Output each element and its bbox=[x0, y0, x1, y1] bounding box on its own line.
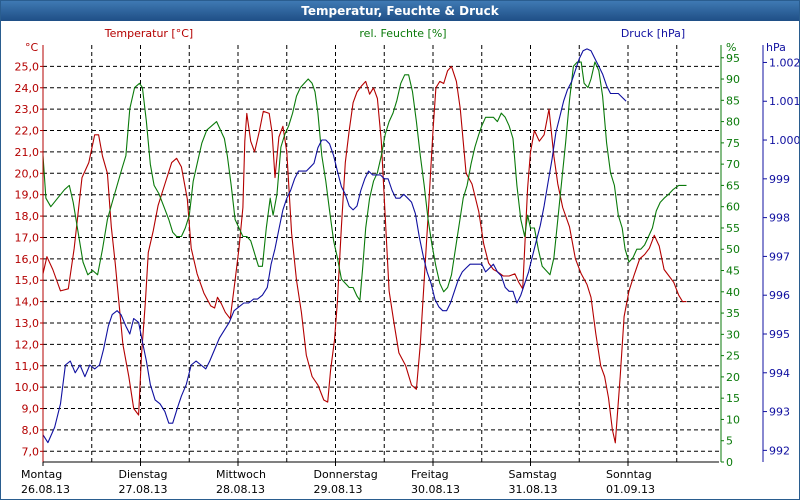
window-title: Temperatur, Feuchte & Druck bbox=[1, 1, 799, 21]
pressure-tick-label: 992 bbox=[769, 444, 790, 457]
x-tick-day-label: Samstag bbox=[509, 468, 557, 481]
temperature-tick-label: 16,0 bbox=[15, 253, 40, 266]
humidity-tick-label: 80 bbox=[726, 116, 740, 129]
humidity-tick-label: 85 bbox=[726, 94, 740, 107]
temperature-tick-label: 9,0 bbox=[22, 403, 40, 416]
humidity-series-label: rel. Feuchte [%] bbox=[359, 27, 446, 40]
temperature-tick-label: 11,0 bbox=[15, 360, 40, 373]
x-tick-date-label: 26.08.13 bbox=[21, 483, 70, 496]
x-tick-date-label: 28.08.13 bbox=[216, 483, 265, 496]
x-tick-date-label: 31.08.13 bbox=[509, 483, 558, 496]
humidity-tick-label: 50 bbox=[726, 243, 740, 256]
x-tick-day-label: Freitag bbox=[411, 468, 449, 481]
temperature-tick-label: 10,0 bbox=[15, 381, 40, 394]
pressure-tick-label: 995 bbox=[769, 328, 790, 341]
humidity-tick-label: 30 bbox=[726, 328, 740, 341]
humidity-tick-label: 75 bbox=[726, 137, 740, 150]
temperature-tick-label: 24,0 bbox=[15, 82, 40, 95]
humidity-tick-label: 5 bbox=[726, 435, 733, 448]
x-tick-date-label: 29.08.13 bbox=[314, 483, 363, 496]
pressure-tick-label: 994 bbox=[769, 367, 790, 380]
humidity-tick-label: 40 bbox=[726, 286, 740, 299]
temperature-tick-label: 17,0 bbox=[15, 231, 40, 244]
humidity-tick-label: 20 bbox=[726, 371, 740, 384]
pressure-tick-label: 999 bbox=[769, 173, 790, 186]
x-tick-date-label: 27.08.13 bbox=[119, 483, 168, 496]
temperature-tick-label: 20,0 bbox=[15, 167, 40, 180]
temperature-tick-label: 13,0 bbox=[15, 317, 40, 330]
temperature-tick-label: 7,0 bbox=[22, 445, 40, 458]
humidity-tick-label: 0 bbox=[726, 456, 733, 469]
humidity-tick-label: 10 bbox=[726, 413, 740, 426]
x-tick-day-label: Dienstag bbox=[119, 468, 168, 481]
x-tick-day-label: Mittwoch bbox=[216, 468, 266, 481]
pressure-unit-label: hPa bbox=[766, 41, 786, 54]
chart-canvas: 7,0 8,0 9,0 10,0 11,0 12,0 13,0 14,0 15,0 16,0 17,… bbox=[15, 27, 800, 496]
humidity-unit-label: % bbox=[726, 41, 736, 54]
temperature-tick-label: 8,0 bbox=[22, 424, 40, 437]
temperature-tick-label: 25,0 bbox=[15, 60, 40, 73]
pressure-tick-label: 1.002 bbox=[769, 56, 799, 69]
temperature-tick-label: 22,0 bbox=[15, 125, 40, 138]
humidity-series-line bbox=[42, 61, 687, 301]
temperature-tick-label: 23,0 bbox=[15, 103, 40, 116]
x-tick-date-label: 30.08.13 bbox=[411, 483, 460, 496]
temperature-tick-label: 14,0 bbox=[15, 296, 40, 309]
humidity-tick-label: 15 bbox=[726, 392, 740, 405]
humidity-tick-label: 60 bbox=[726, 201, 740, 214]
pressure-series-label: Druck [hPa] bbox=[621, 27, 685, 40]
humidity-tick-label: 25 bbox=[726, 350, 740, 363]
humidity-tick-label: 35 bbox=[726, 307, 740, 320]
pressure-tick-label: 1.000 bbox=[769, 134, 799, 147]
x-tick-day-label: Sonntag bbox=[606, 468, 652, 481]
temperature-tick-label: 19,0 bbox=[15, 189, 40, 202]
pressure-tick-label: 993 bbox=[769, 406, 790, 419]
pressure-tick-label: 1.001 bbox=[769, 95, 799, 108]
temperature-series-label: Temperatur [°C] bbox=[104, 27, 193, 40]
temperature-tick-label: 18,0 bbox=[15, 210, 40, 223]
x-tick-date-label: 01.09.13 bbox=[606, 483, 655, 496]
pressure-tick-label: 998 bbox=[769, 212, 790, 225]
temperature-tick-label: 15,0 bbox=[15, 274, 40, 287]
humidity-tick-label: 70 bbox=[726, 158, 740, 171]
chart-window: Temperatur, Feuchte & Druck 7,0 8,0 9,0 10,… bbox=[0, 0, 800, 500]
humidity-tick-label: 45 bbox=[726, 265, 740, 278]
temperature-tick-label: 21,0 bbox=[15, 146, 40, 159]
temperature-unit-label: °C bbox=[25, 41, 39, 54]
pressure-tick-label: 997 bbox=[769, 250, 790, 263]
x-tick-day-label: Donnerstag bbox=[314, 468, 378, 481]
temperature-series-line bbox=[42, 65, 687, 444]
temperature-tick-label: 12,0 bbox=[15, 338, 40, 351]
series-lines bbox=[42, 48, 687, 444]
humidity-tick-label: 55 bbox=[726, 222, 740, 235]
pressure-tick-label: 996 bbox=[769, 289, 790, 302]
humidity-tick-label: 90 bbox=[726, 73, 740, 86]
x-tick-day-label: Montag bbox=[21, 468, 62, 481]
humidity-tick-label: 65 bbox=[726, 179, 740, 192]
